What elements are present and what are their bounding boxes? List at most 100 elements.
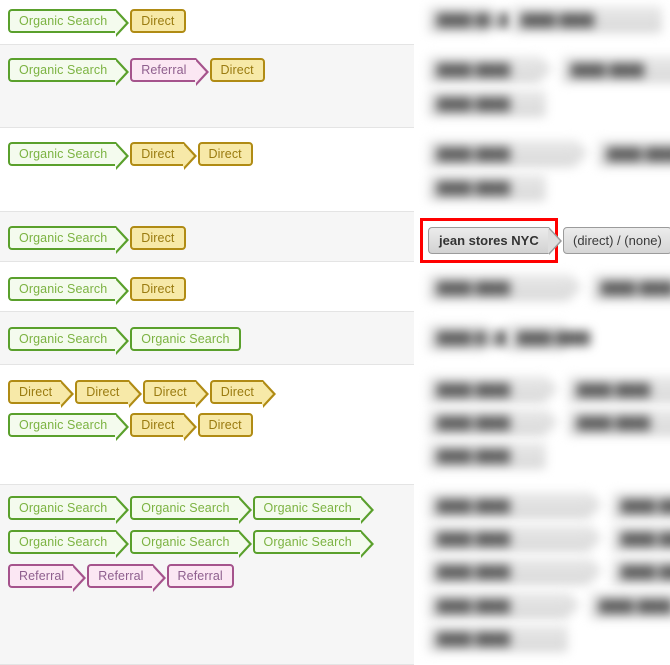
redacted-keyword-chip: ████ ████ bbox=[428, 140, 588, 167]
table-row: Organic Search Organic Search bbox=[0, 312, 414, 365]
redacted-text: ████ ████ bbox=[437, 598, 511, 613]
channel-chip-referral[interactable]: Referral bbox=[166, 564, 234, 588]
redacted-text: ████ ████ bbox=[437, 280, 511, 295]
channel-chip-direct[interactable]: Direct bbox=[130, 413, 197, 441]
channel-chip-label: Direct bbox=[141, 146, 175, 161]
channel-chip-organic[interactable]: Organic Search bbox=[8, 277, 130, 305]
channel-chip-direct[interactable]: Direct bbox=[209, 58, 265, 82]
direct-none-chip[interactable]: (direct) / (none) bbox=[563, 227, 670, 254]
chevron-tip-icon bbox=[540, 56, 552, 82]
channel-chip-label: Organic Search bbox=[19, 13, 108, 28]
channel-chip-organic[interactable]: Organic Search bbox=[8, 58, 130, 86]
channel-chip-label: Referral bbox=[19, 568, 65, 583]
channel-chip-organic[interactable]: Organic Search bbox=[8, 327, 130, 355]
channel-chip-direct[interactable]: Direct bbox=[197, 413, 253, 437]
channel-chip-organic[interactable]: Organic Search bbox=[8, 530, 130, 558]
chevron-tip-icon bbox=[590, 525, 602, 551]
channel-chip-organic[interactable]: Organic Search bbox=[8, 496, 130, 524]
chevron-tip-icon bbox=[570, 274, 582, 300]
channel-chip-label: Organic Search bbox=[19, 417, 108, 432]
redacted-text: ████ ████ bbox=[437, 564, 511, 579]
channel-chip-organic[interactable]: Organic Search bbox=[8, 9, 130, 37]
chevron-tip-icon bbox=[546, 409, 558, 435]
channel-chip-label: Organic Search bbox=[19, 331, 108, 346]
channel-chip-label: Direct bbox=[220, 384, 254, 399]
path-sequence: Organic Search Direct Direct bbox=[8, 412, 255, 441]
channel-chip-referral[interactable]: Referral bbox=[8, 564, 87, 592]
redacted-text: ████ ████ bbox=[437, 96, 511, 111]
redacted-keyword-chip: ████ ████ bbox=[592, 274, 670, 301]
keyword-source-column: ████ ████ ████ ████ ████ ████ ████ ████ ████… bbox=[414, 0, 670, 665]
path-sequence: Organic Search Direct bbox=[8, 8, 188, 37]
channel-chip-direct[interactable]: Direct bbox=[197, 142, 253, 166]
channel-chip-label: Organic Search bbox=[141, 500, 230, 515]
channel-chip-label: Referral bbox=[98, 568, 144, 583]
channel-chip-direct[interactable]: Direct bbox=[130, 226, 186, 250]
channel-chip-direct[interactable]: Direct bbox=[130, 142, 197, 170]
channel-chip-organic[interactable]: Organic Search bbox=[8, 142, 130, 170]
chevron-tip-icon bbox=[576, 140, 588, 166]
redacted-text: ████ ████ bbox=[437, 415, 511, 430]
channel-chip-label: Direct bbox=[19, 384, 53, 399]
chevron-tip-icon bbox=[486, 324, 498, 350]
path-sequence: Direct Direct Direct Direct bbox=[8, 379, 277, 408]
table-row: Organic Search Organic Search Organic Sear… bbox=[0, 485, 414, 665]
channel-chip-label: Organic Search bbox=[263, 500, 352, 515]
channel-chip-direct[interactable]: Direct bbox=[130, 277, 186, 301]
path-sequence: Organic Search Organic Search Organic Sear… bbox=[8, 495, 375, 524]
redacted-keyword-chip: ████ ████ bbox=[428, 274, 582, 301]
redacted-text: ████ ████ bbox=[571, 62, 645, 77]
channel-chip-direct[interactable]: Direct bbox=[75, 380, 142, 408]
channel-chip-organic[interactable]: Organic Search bbox=[130, 496, 252, 524]
table-row: Organic Search Direct bbox=[0, 0, 414, 45]
redacted-text: ████ ████ bbox=[437, 382, 511, 397]
redacted-keyword-chip: ████ ████ bbox=[568, 409, 670, 436]
table-row: Direct Direct Direct Direct Organic Search Di… bbox=[0, 365, 414, 485]
redacted-keyword-chip: ████ ████ bbox=[428, 592, 580, 619]
channel-chip-organic[interactable]: Organic Search bbox=[8, 226, 130, 254]
channel-chip-organic[interactable]: Organic Search bbox=[8, 413, 130, 441]
redacted-keyword-chip: ████ ████ bbox=[428, 6, 510, 33]
redacted-keyword-chip: ████ ████ bbox=[508, 324, 590, 351]
redacted-keyword-chip: ████ ████ bbox=[428, 409, 558, 436]
table-row: Organic Search Direct bbox=[0, 212, 414, 262]
channel-chip-direct[interactable]: Direct bbox=[209, 380, 277, 408]
redacted-text: ████ ████ bbox=[601, 280, 670, 295]
redacted-keyword-chip: ████ ████ bbox=[512, 6, 662, 33]
channel-chip-label: Direct bbox=[141, 230, 175, 245]
path-sequence: Organic Search Direct bbox=[8, 225, 188, 254]
redacted-text: ████ ████ bbox=[577, 415, 651, 430]
channel-chip-direct[interactable]: Direct bbox=[130, 9, 186, 33]
redacted-text: ████ ████ bbox=[607, 146, 670, 161]
channel-chip-label: Organic Search bbox=[19, 281, 108, 296]
chevron-tip-icon bbox=[546, 376, 558, 402]
channel-chip-label: Direct bbox=[208, 417, 242, 432]
path-sequence: Organic Search Referral Direct bbox=[8, 57, 267, 86]
channel-chip-referral[interactable]: Referral bbox=[130, 58, 209, 86]
channel-chip-organic[interactable]: Organic Search bbox=[130, 530, 252, 558]
redacted-keyword-chip: ████ ████ bbox=[612, 492, 670, 519]
redacted-keyword-chip: ████ ████ bbox=[428, 492, 602, 519]
channel-chip-direct[interactable]: Direct bbox=[142, 380, 210, 408]
channel-chip-direct[interactable]: Direct bbox=[8, 380, 75, 408]
channel-chip-organic[interactable]: Organic Search bbox=[252, 530, 375, 558]
table-row: Organic Search Direct bbox=[0, 262, 414, 312]
path-sequence: Organic Search Organic Search bbox=[8, 326, 243, 355]
redacted-text: ████ ████ bbox=[599, 598, 670, 613]
channel-chip-referral[interactable]: Referral bbox=[87, 564, 166, 592]
redacted-keyword-chip: ████ ████ bbox=[428, 56, 552, 83]
table-row: Organic Search Direct Direct bbox=[0, 128, 414, 212]
redacted-keyword-chip: ████ ████ bbox=[612, 558, 670, 585]
redacted-keyword-chip: ████ ████ bbox=[428, 525, 602, 552]
path-sequence: Referral Referral Referral bbox=[8, 563, 236, 592]
channel-chip-label: Direct bbox=[141, 13, 175, 28]
redacted-text: ████ ████ bbox=[437, 631, 511, 646]
channel-chip-organic[interactable]: Organic Search bbox=[130, 327, 241, 351]
channel-chip-label: Organic Search bbox=[141, 534, 230, 549]
channel-chip-label: Referral bbox=[177, 568, 223, 583]
path-sequence: Organic Search Organic Search Organic Sear… bbox=[8, 529, 375, 558]
highlighted-keyword-chip[interactable]: jean stores NYC bbox=[428, 227, 562, 255]
redacted-keyword-chip: ████ ████ bbox=[568, 376, 670, 403]
channel-chip-organic[interactable]: Organic Search bbox=[252, 496, 375, 524]
redacted-keyword-chip: ████ ████ bbox=[428, 174, 546, 201]
